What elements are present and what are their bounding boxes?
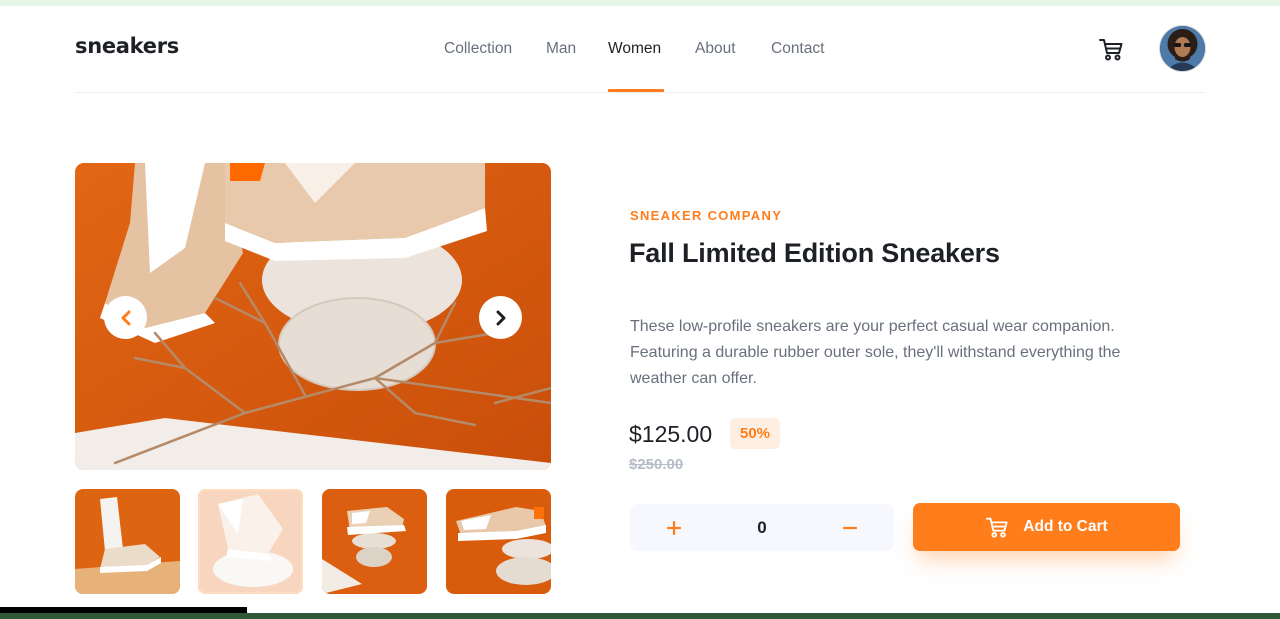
original-price: $250.00 — [629, 456, 684, 473]
discount-badge: 50% — [730, 418, 780, 449]
product-page: sneakers Collection Man Women About Cont… — [0, 6, 1280, 613]
company-name: SNEAKER COMPANY — [630, 208, 783, 223]
header-divider — [75, 92, 1206, 93]
plus-icon — [667, 520, 681, 535]
add-to-cart-button[interactable]: Add to Cart — [913, 503, 1180, 551]
decrease-quantity-button[interactable] — [828, 504, 872, 551]
quantity-value: 0 — [757, 518, 767, 537]
chevron-right-icon — [496, 310, 505, 325]
chevron-left-icon — [121, 310, 130, 325]
minus-icon — [843, 526, 857, 529]
thumbnail-4[interactable] — [446, 489, 551, 594]
cart-icon — [986, 517, 1008, 538]
next-image-button[interactable] — [479, 296, 522, 339]
nav-item-collection[interactable]: Collection — [444, 40, 512, 58]
bottom-band — [0, 613, 1280, 619]
nav-item-contact[interactable]: Contact — [771, 40, 824, 58]
cart-button[interactable] — [1098, 36, 1124, 62]
product-description: These low-profile sneakers are your perf… — [630, 318, 1121, 387]
current-price: $125.00 — [629, 421, 713, 447]
nav-item-about[interactable]: About — [695, 40, 736, 58]
product-title: Fall Limited Edition Sneakers — [629, 238, 1000, 268]
brand-logo[interactable]: sneakers — [75, 34, 179, 58]
nav-item-man[interactable]: Man — [546, 40, 576, 58]
avatar-image — [1160, 26, 1205, 71]
previous-image-button[interactable] — [104, 296, 147, 339]
thumbnail-1[interactable] — [75, 489, 180, 594]
increase-quantity-button[interactable] — [652, 504, 696, 551]
nav-item-women[interactable]: Women — [608, 40, 661, 58]
thumbnail-3[interactable] — [322, 489, 427, 594]
user-avatar[interactable] — [1160, 26, 1205, 71]
cart-icon — [1099, 39, 1123, 61]
thumbnail-2[interactable] — [198, 489, 303, 594]
add-to-cart-label: Add to Cart — [1023, 518, 1108, 535]
quantity-stepper: 0 — [630, 504, 894, 551]
